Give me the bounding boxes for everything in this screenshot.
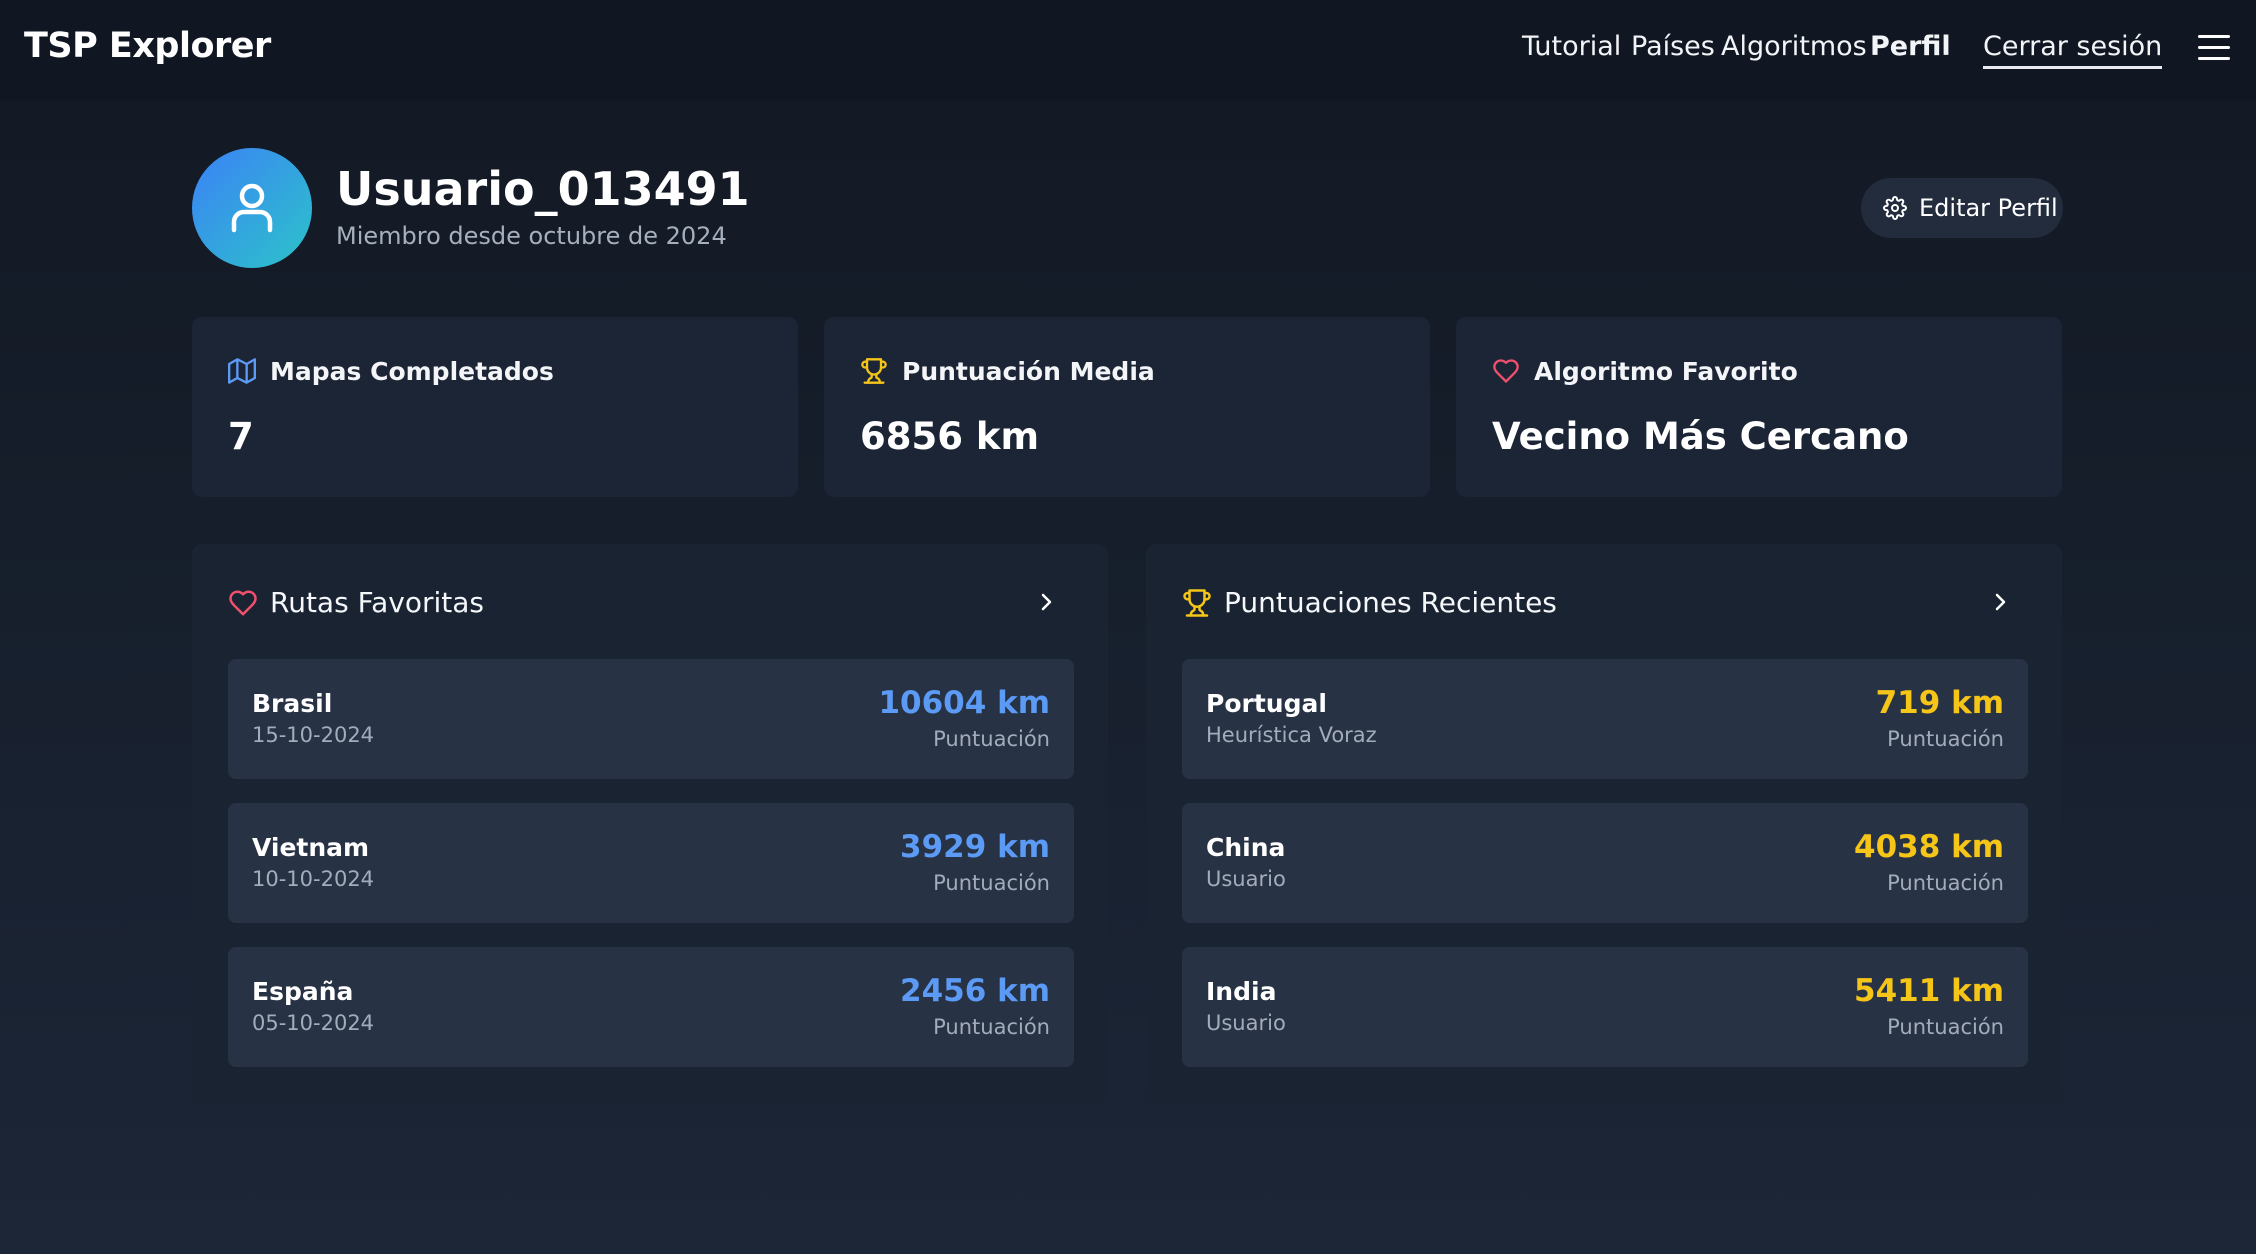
chevron-right-icon[interactable] [1034, 590, 1058, 614]
list-item[interactable]: India Usuario 5411 km Puntuación [1182, 947, 2028, 1067]
gear-icon [1883, 196, 1907, 220]
route-country: Brasil [252, 689, 333, 718]
list-item[interactable]: Portugal Heurística Voraz 719 km Puntuac… [1182, 659, 2028, 779]
trophy-icon [1183, 589, 1211, 617]
list-item[interactable]: Vietnam 10-10-2024 3929 km Puntuación [228, 803, 1074, 923]
edit-profile-label: Editar Perfil [1919, 194, 2058, 222]
list-item[interactable]: España 05-10-2024 2456 km Puntuación [228, 947, 1074, 1067]
score-method: Usuario [1206, 867, 1286, 891]
top-navbar: TSP Explorer Tutorial Países Algoritmos … [0, 0, 2256, 100]
score-country: India [1206, 977, 1277, 1006]
route-score: 10604 km [878, 685, 1050, 721]
route-score-label: Puntuación [933, 871, 1050, 895]
chevron-right-icon[interactable] [1988, 590, 2012, 614]
score-label: Puntuación [1887, 871, 2004, 895]
map-icon [228, 358, 256, 384]
stat-value: 6856 km [860, 415, 1040, 458]
edit-profile-button[interactable]: Editar Perfil [1861, 178, 2063, 238]
score-value: 719 km [1875, 685, 2004, 721]
list-item[interactable]: China Usuario 4038 km Puntuación [1182, 803, 2028, 923]
nav-algorithms[interactable]: Algoritmos [1721, 31, 1867, 62]
heart-icon [1493, 359, 1519, 383]
route-country: España [252, 977, 354, 1006]
score-label: Puntuación [1887, 727, 2004, 751]
nav-tutorial[interactable]: Tutorial [1522, 31, 1621, 62]
score-method: Usuario [1206, 1011, 1286, 1035]
trophy-icon [861, 358, 887, 384]
stat-title: Puntuación Media [902, 357, 1155, 386]
stat-card-favorite-algorithm: Algoritmo Favorito Vecino Más Cercano [1456, 317, 2062, 497]
stat-card-maps: Mapas Completados 7 [192, 317, 798, 497]
favorite-routes-panel: Rutas Favoritas Brasil 15-10-2024 10604 … [192, 544, 1108, 1102]
score-value: 5411 km [1854, 973, 2004, 1009]
stat-value: 7 [228, 415, 254, 458]
route-score-label: Puntuación [933, 727, 1050, 751]
list-item[interactable]: Brasil 15-10-2024 10604 km Puntuación [228, 659, 1074, 779]
panel-title: Rutas Favoritas [270, 586, 484, 619]
score-method: Heurística Voraz [1206, 723, 1377, 747]
logout-link[interactable]: Cerrar sesión [1983, 31, 2163, 69]
brand-logo[interactable]: TSP Explorer [24, 26, 271, 66]
member-since: Miembro desde octubre de 2024 [336, 222, 727, 250]
profile-username: Usuario_013491 [336, 162, 750, 216]
heart-icon [229, 590, 257, 616]
nav-countries[interactable]: Países [1631, 31, 1715, 62]
user-icon [231, 183, 273, 233]
route-score: 3929 km [900, 829, 1050, 865]
score-label: Puntuación [1887, 1015, 2004, 1039]
panel-title: Puntuaciones Recientes [1224, 586, 1557, 619]
route-date: 05-10-2024 [252, 1011, 375, 1035]
score-value: 4038 km [1854, 829, 2004, 865]
nav-profile[interactable]: Perfil [1870, 31, 1951, 62]
menu-icon[interactable] [2198, 35, 2230, 61]
score-country: China [1206, 833, 1286, 862]
route-date: 15-10-2024 [252, 723, 375, 747]
stat-card-average-score: Puntuación Media 6856 km [824, 317, 1430, 497]
score-country: Portugal [1206, 689, 1327, 718]
route-date: 10-10-2024 [252, 867, 375, 891]
stat-title: Algoritmo Favorito [1534, 357, 1798, 386]
stat-title: Mapas Completados [270, 357, 554, 386]
avatar [192, 148, 312, 268]
route-score: 2456 km [900, 973, 1050, 1009]
route-score-label: Puntuación [933, 1015, 1050, 1039]
stat-value: Vecino Más Cercano [1492, 415, 1909, 458]
route-country: Vietnam [252, 833, 370, 862]
recent-scores-panel: Puntuaciones Recientes Portugal Heurísti… [1146, 544, 2062, 1102]
